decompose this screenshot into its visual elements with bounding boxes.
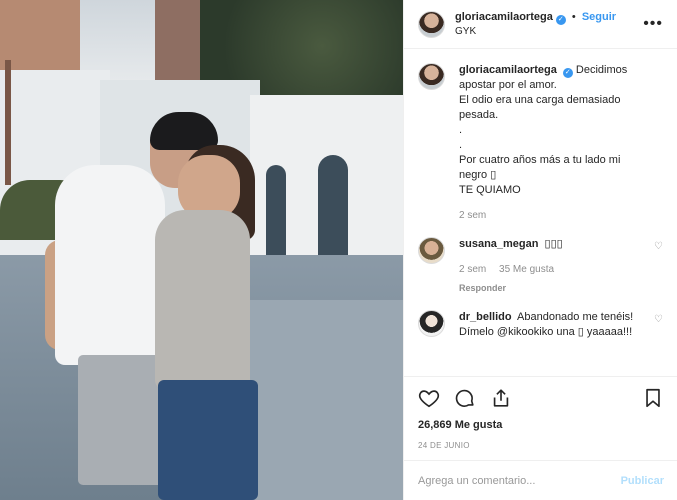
- comment-body: susana_megan ▯▯▯ 2 sem 35 Me gusta Respo…: [459, 237, 663, 296]
- separator-dot: •: [571, 10, 576, 23]
- photo-window: [318, 155, 348, 265]
- comment-username[interactable]: susana_megan: [459, 238, 538, 250]
- author-username[interactable]: gloriacamilaortega: [455, 11, 553, 23]
- comment-username[interactable]: dr_bellido: [459, 311, 512, 323]
- reply-button[interactable]: Responder: [459, 281, 645, 296]
- post-actions: 26,869 Me gusta 24 DE JUNIO: [404, 376, 677, 450]
- caption-text: Decidimos apostar por el amor. El odio e…: [459, 64, 628, 196]
- list-item: dr_bellido Abandonado me tenéis! Dímelo …: [418, 310, 663, 340]
- action-icons: [418, 387, 664, 409]
- verified-badge-icon: ✓: [555, 14, 566, 25]
- author-line: gloriacamilaortega ✓ • Seguir: [455, 10, 643, 25]
- caption-username[interactable]: gloriacamilaortega: [459, 64, 557, 76]
- share-icon[interactable]: [490, 387, 512, 409]
- follow-button[interactable]: Seguir: [582, 11, 616, 23]
- comment-input[interactable]: [418, 474, 621, 487]
- commenter-avatar[interactable]: [418, 237, 445, 264]
- add-comment-bar: Publicar: [404, 460, 677, 500]
- comment-text: ▯▯▯: [544, 238, 563, 250]
- bookmark-icon[interactable]: [642, 387, 664, 409]
- comment-like-heart-icon[interactable]: ♡: [654, 241, 663, 252]
- photo-woman-jeans: [158, 380, 258, 500]
- comment-time[interactable]: 2 sem: [459, 264, 486, 275]
- post-photo[interactable]: [0, 0, 403, 500]
- comment-like-heart-icon[interactable]: ♡: [654, 314, 663, 325]
- photo-woman-top: [155, 210, 250, 390]
- list-item: susana_megan ▯▯▯ 2 sem 35 Me gusta Respo…: [418, 237, 663, 296]
- caption-body: gloriacamilaortega ✓ Decidimos apostar po…: [459, 63, 663, 223]
- verified-badge-icon: ✓: [562, 68, 573, 78]
- likes-count[interactable]: 26,869 Me gusta: [418, 419, 664, 431]
- comments-list[interactable]: gloriacamilaortega ✓ Decidimos apostar po…: [404, 49, 677, 376]
- post-side-panel: gloriacamilaortega ✓ • Seguir GYK ••• glo…: [403, 0, 677, 500]
- heart-icon[interactable]: [418, 387, 440, 409]
- caption-meta: 2 sem: [459, 208, 645, 223]
- photo-ground-right: [250, 300, 403, 500]
- commenter-avatar[interactable]: [418, 310, 445, 337]
- post-header: gloriacamilaortega ✓ • Seguir GYK •••: [404, 0, 677, 49]
- photo-window: [266, 165, 286, 260]
- instagram-post-view: gloriacamilaortega ✓ • Seguir GYK ••• glo…: [0, 0, 677, 500]
- photo-man-shirt: [55, 165, 165, 365]
- caption: gloriacamilaortega ✓ Decidimos apostar po…: [418, 63, 663, 223]
- comment-icon[interactable]: [454, 387, 476, 409]
- photo-man-hair: [150, 112, 218, 150]
- caption-time[interactable]: 2 sem: [459, 210, 486, 221]
- more-options-icon[interactable]: •••: [643, 15, 663, 33]
- caption-avatar[interactable]: [418, 63, 445, 90]
- post-date[interactable]: 24 DE JUNIO: [418, 441, 664, 450]
- comment-meta: 2 sem 35 Me gusta: [459, 262, 645, 277]
- post-header-meta: gloriacamilaortega ✓ • Seguir GYK: [455, 10, 643, 39]
- post-location[interactable]: GYK: [455, 25, 643, 39]
- author-avatar[interactable]: [418, 10, 445, 38]
- comment-likes[interactable]: 35 Me gusta: [499, 264, 554, 275]
- publish-button[interactable]: Publicar: [621, 475, 664, 487]
- comment-body: dr_bellido Abandonado me tenéis! Dímelo …: [459, 310, 663, 340]
